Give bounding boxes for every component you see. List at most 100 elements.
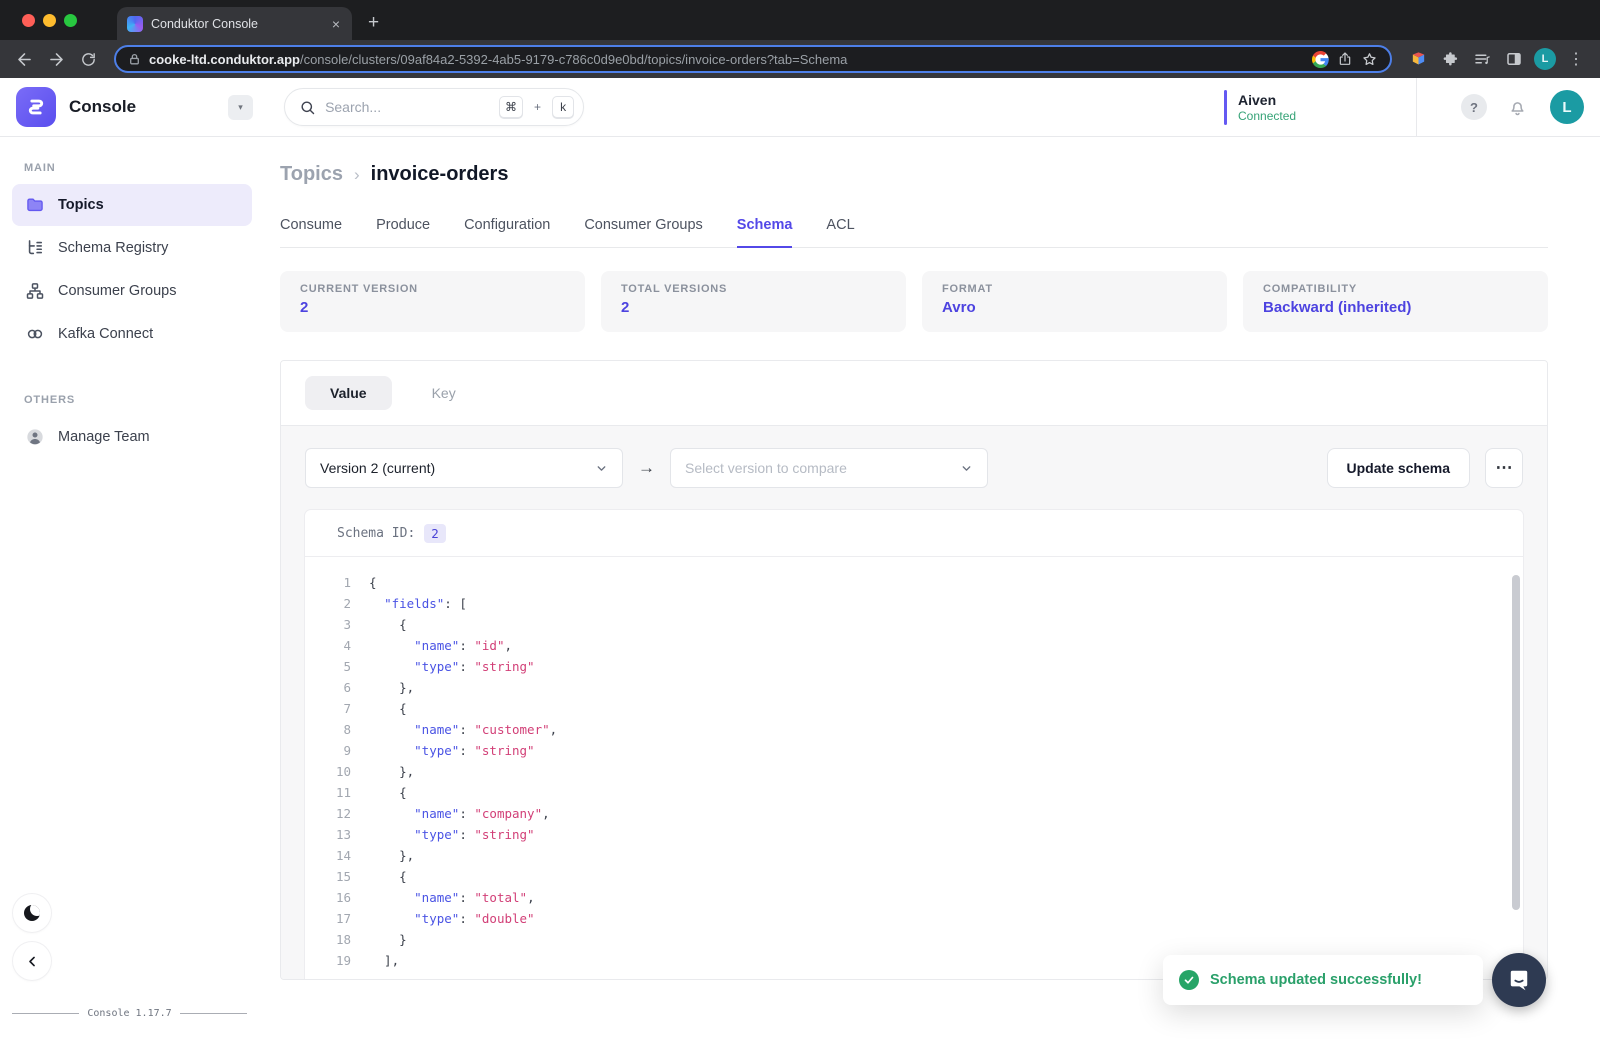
code-text: "type": "double" (369, 911, 535, 926)
success-toast: Schema updated successfully! (1163, 955, 1483, 1005)
stat-label: TOTAL VERSIONS (621, 283, 886, 295)
chat-launcher-button[interactable] (1492, 953, 1546, 1007)
tab-value[interactable]: Value (305, 376, 392, 410)
browser-toolbar: cooke-ltd.conduktor.app/console/clusters… (0, 40, 1600, 78)
conduktor-app: Console ▾ Search... ⌘ + k Aiven Connecte… (0, 78, 1600, 1051)
help-button[interactable]: ? (1461, 94, 1487, 120)
sidebar-nav-main: Topics Schema Registry Consumer Groups Kafk… (0, 184, 264, 355)
sidebar-item-manage-team[interactable]: Manage Team (12, 416, 252, 458)
update-schema-button[interactable]: Update schema (1327, 448, 1470, 488)
browser-menu-icon[interactable]: ⋮ (1564, 49, 1588, 69)
code-line: 9 "type": "string" (305, 740, 1523, 761)
version-select-value: Version 2 (current) (320, 460, 435, 476)
code-line: 7 { (305, 698, 1523, 719)
breadcrumb-topics-link[interactable]: Topics (280, 163, 343, 186)
url-bar[interactable]: cooke-ltd.conduktor.app/console/clusters… (114, 45, 1392, 73)
share-icon[interactable] (1337, 51, 1353, 67)
window-controls (0, 14, 91, 27)
translate-icon[interactable] (1312, 51, 1329, 68)
tab-configuration[interactable]: Configuration (464, 217, 550, 248)
footer-rule-left (12, 1013, 79, 1014)
browser-profile-avatar[interactable]: L (1534, 48, 1556, 70)
compare-arrow-icon: → (638, 458, 655, 478)
media-queue-icon[interactable] (1470, 47, 1494, 71)
cluster-name: Aiven (1238, 92, 1296, 108)
side-panel-icon[interactable] (1502, 47, 1526, 71)
minimize-window-button[interactable] (43, 14, 56, 27)
more-actions-button[interactable]: ⋯ (1485, 448, 1523, 488)
schema-id-badge: 2 (424, 524, 446, 543)
code-editor[interactable]: 1{2 "fields": [3 {4 "name": "id",5 "type… (305, 557, 1523, 979)
line-number: 8 (305, 722, 351, 737)
app-title: Console (69, 97, 136, 117)
zoom-window-button[interactable] (64, 14, 77, 27)
notifications-bell-icon[interactable] (1507, 97, 1528, 118)
chevron-down-icon (595, 462, 608, 475)
stats-row: CURRENT VERSION2TOTAL VERSIONS2FORMATAvr… (280, 271, 1548, 332)
main-content: Topics › invoice-orders ConsumeProduceCo… (264, 137, 1600, 1051)
code-text: "name": "company", (369, 806, 550, 821)
sidebar-item-consumer-groups[interactable]: Consumer Groups (12, 270, 252, 312)
sidebar-item-label: Kafka Connect (58, 326, 153, 342)
sidebar-item-topics[interactable]: Topics (12, 184, 252, 226)
sidebar-item-kafka-connect[interactable]: Kafka Connect (12, 313, 252, 355)
version-select[interactable]: Version 2 (current) (305, 448, 623, 488)
code-text: { (369, 701, 407, 716)
tab-key[interactable]: Key (422, 376, 466, 410)
close-window-button[interactable] (22, 14, 35, 27)
sidebar-item-schema-registry[interactable]: Schema Registry (12, 227, 252, 269)
tab-produce[interactable]: Produce (376, 217, 430, 248)
code-line: 3 { (305, 614, 1523, 635)
tab-consume[interactable]: Consume (280, 217, 342, 248)
code-text: }, (369, 680, 414, 695)
stat-label: COMPATIBILITY (1263, 283, 1528, 295)
sidebar-item-label: Schema Registry (58, 240, 168, 256)
app-body: MAIN TopicsSchema RegistryConsumer Group… (0, 137, 1600, 1051)
toast-message: Schema updated successfully! (1210, 972, 1422, 988)
browser-tabstrip: Conduktor Console × + (0, 0, 1600, 40)
schema-id-label: Schema ID: (337, 526, 415, 541)
schema-panel-body: Version 2 (current) → Select version to … (281, 425, 1547, 979)
dark-mode-toggle[interactable] (13, 894, 51, 932)
cluster-selector[interactable]: Aiven Connected (1224, 90, 1416, 125)
url-domain: cooke-ltd.conduktor.app (149, 52, 300, 67)
code-text: ], (369, 953, 399, 968)
code-text: } (369, 932, 407, 947)
collapse-sidebar-button[interactable] (13, 942, 51, 980)
page-title: invoice-orders (371, 163, 509, 186)
stat-value: 2 (300, 299, 565, 316)
header-divider (1416, 78, 1417, 136)
back-icon[interactable] (12, 47, 36, 71)
line-number: 1 (305, 575, 351, 590)
browser-tab[interactable]: Conduktor Console × (117, 7, 352, 40)
code-scrollbar-thumb[interactable] (1512, 575, 1520, 910)
search-input[interactable]: Search... ⌘ + k (284, 88, 584, 126)
line-number: 5 (305, 659, 351, 674)
code-line: 17 "type": "double" (305, 908, 1523, 929)
extension-colorful-icon[interactable] (1406, 47, 1430, 71)
tab-consumer-groups[interactable]: Consumer Groups (584, 217, 702, 248)
consumer-groups-icon (25, 281, 45, 301)
user-avatar[interactable]: L (1550, 90, 1584, 124)
code-text: "name": "id", (369, 638, 512, 653)
moon-icon (24, 905, 40, 921)
bookmark-star-icon[interactable] (1361, 51, 1378, 68)
reload-icon[interactable] (76, 47, 100, 71)
extensions-puzzle-icon[interactable] (1438, 47, 1462, 71)
code-line: 16 "name": "total", (305, 887, 1523, 908)
code-line: 12 "name": "company", (305, 803, 1523, 824)
tab-close-icon[interactable]: × (330, 16, 342, 32)
tab-acl[interactable]: ACL (826, 217, 854, 248)
workspace-caret-icon[interactable]: ▾ (228, 95, 253, 120)
code-line: 6 }, (305, 677, 1523, 698)
compare-version-select[interactable]: Select version to compare (670, 448, 988, 488)
tab-schema[interactable]: Schema (737, 217, 793, 248)
conduktor-logo-icon (16, 87, 56, 127)
sidebar-item-label: Topics (58, 197, 104, 213)
code-line: 18 } (305, 929, 1523, 950)
code-line: 13 "type": "string" (305, 824, 1523, 845)
new-tab-button[interactable]: + (368, 12, 379, 34)
screen: Conduktor Console × + cooke-ltd.condukto… (0, 0, 1600, 1051)
forward-icon[interactable] (44, 47, 68, 71)
lock-icon (128, 53, 141, 66)
